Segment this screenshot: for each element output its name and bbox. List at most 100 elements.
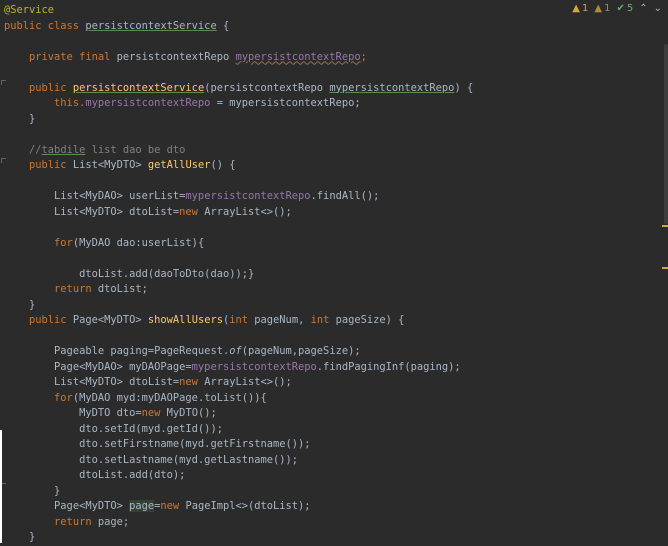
code-text: pageSize) { [335, 314, 405, 326]
keyword: for [4, 391, 73, 404]
code-text: dtoList.add(dto); [4, 469, 186, 481]
window-edge [0, 430, 2, 543]
comment: tabdile [41, 143, 86, 156]
field-name: mypersistcontextRepo [185, 190, 311, 202]
keyword: public [4, 159, 73, 171]
code-line-7: this.mypersistcontextRepo = mypersistcon… [4, 96, 654, 112]
code-line-6: public persistcontextService(persistcont… [4, 81, 654, 97]
code-text: pageNum, [254, 314, 311, 326]
code-text: MyDTO(); [166, 407, 217, 419]
code-line-35: } [4, 530, 654, 546]
code-text: Page<MyDTO> [4, 500, 130, 512]
keyword: new [179, 205, 205, 218]
code-text: .findPagingInf(paging); [316, 360, 461, 373]
code-line-33: Page<MyDTO> page=new PageImpl<>(dtoList)… [4, 499, 654, 515]
comment: // [4, 143, 42, 156]
comment: list dao be dto [85, 143, 186, 156]
code-line-34: return page; [4, 515, 654, 531]
vertical-scrollbar[interactable] [662, 14, 668, 543]
code-line-19: return dtoList; [4, 282, 654, 298]
keyword: public class [4, 19, 86, 32]
warning-marker[interactable] [662, 225, 668, 227]
code-editor[interactable]: ▲ 1 ▲ 1 ✔ 5 ⌃ ⌄ @Service public class pe… [0, 0, 668, 543]
code-text: List<MyDTO> [72, 159, 148, 171]
code-text: } [4, 531, 36, 543]
code-text: (MyDAO dao:userList){ [72, 236, 205, 249]
code-line-18: dtoList.add(daoToDto(dao));} [4, 267, 654, 283]
code-line-20: } [4, 298, 654, 314]
highlighted-variable: page [129, 500, 155, 512]
code-text: dto.setId(myd.getId()); [4, 422, 223, 435]
code-line-26: for(MyDAO myd:myDAOPage.toList()){ [4, 391, 654, 407]
field-name: mypersistcontextRepo [191, 360, 317, 373]
code-text: dtoList.add(daoToDto(dao));} [4, 267, 255, 280]
code-line-4: private final persistcontextRepo mypersi… [4, 50, 654, 66]
code-text: (pageNum,pageSize); [241, 345, 361, 357]
keyword: this. [4, 97, 86, 109]
keyword: public [4, 81, 73, 94]
keyword: new [179, 376, 205, 388]
code-text: } [4, 298, 36, 311]
method-name: getAllUser [147, 159, 211, 171]
code-line-23: Pageable paging=PageRequest.of(pageNum,p… [4, 344, 654, 360]
code-line-11: public List<MyDTO> getAllUser() { [4, 158, 654, 174]
code-text: = mypersistcontextRepo; [210, 97, 361, 109]
code-text: List<MyDTO> dtoList= [4, 205, 180, 218]
warning-marker[interactable] [662, 267, 668, 269]
next-highlight-icon[interactable]: ⌄ [654, 3, 662, 14]
field-name: mypersistcontextRepo [235, 50, 361, 63]
keyword: return [4, 283, 98, 295]
code-line-27: MyDTO dto=new MyDTO(); [4, 406, 654, 422]
method-name: of [229, 345, 242, 357]
code-text: List<MyDTO> dtoList= [4, 376, 180, 388]
code-line-31: dtoList.add(dto); [4, 468, 654, 484]
code-text: ) { [454, 81, 474, 94]
fold-marker[interactable] [1, 158, 6, 163]
code-text: PageImpl<>(dtoList); [185, 500, 311, 512]
scrollbar-thumb[interactable] [664, 44, 668, 224]
code-text: page; [97, 515, 130, 528]
code-line-1: @Service [4, 3, 654, 19]
method-name: showAllUsers [147, 314, 223, 326]
keyword: for [4, 236, 73, 249]
fold-marker[interactable] [1, 80, 6, 85]
field-name: mypersistcontextRepo [85, 97, 211, 109]
punctuation: ; [360, 50, 367, 63]
code-text: List<MyDAO> userList= [4, 190, 186, 202]
code-text: Page<MyDAO> myDAOPage= [4, 360, 192, 373]
keyword: int [229, 314, 255, 326]
code-line-13: List<MyDAO> userList=mypersistcontextRep… [4, 189, 654, 205]
code-text: } [4, 484, 61, 497]
code-text: MyDTO dto= [4, 407, 142, 419]
code-lines[interactable]: @Service public class persistcontextServ… [4, 3, 654, 546]
code-line-2: public class persistcontextService { [4, 19, 654, 35]
keyword: public [4, 314, 73, 326]
code-text: Pageable paging=PageRequest. [4, 345, 230, 357]
keyword: return [4, 515, 98, 528]
code-text: persistcontextRepo [116, 50, 236, 63]
keyword: new [160, 500, 186, 512]
code-line-16: for(MyDAO dao:userList){ [4, 236, 654, 252]
code-text: } [4, 112, 36, 125]
code-line-10: //tabdile list dao be dto [4, 143, 654, 159]
code-text: Page<MyDTO> [72, 314, 148, 326]
code-line-32: } [4, 484, 654, 500]
code-text: ArrayList<>(); [204, 376, 292, 388]
code-text: dto.setLastname(myd.getLastname()); [4, 453, 299, 466]
class-name: persistcontextService [85, 19, 217, 32]
code-text: .findAll(); [310, 190, 380, 202]
method-name: persistcontextService [72, 81, 205, 94]
keyword: new [141, 407, 167, 419]
code-text: () { [210, 159, 236, 171]
code-line-28: dto.setId(myd.getId()); [4, 422, 654, 438]
keyword: private final [4, 50, 117, 63]
code-text: { [216, 19, 230, 32]
code-line-25: List<MyDTO> dtoList=new ArrayList<>(); [4, 375, 654, 391]
code-line-30: dto.setLastname(myd.getLastname()); [4, 453, 654, 469]
code-text: (MyDAO myd:myDAOPage.toList()){ [72, 391, 267, 404]
